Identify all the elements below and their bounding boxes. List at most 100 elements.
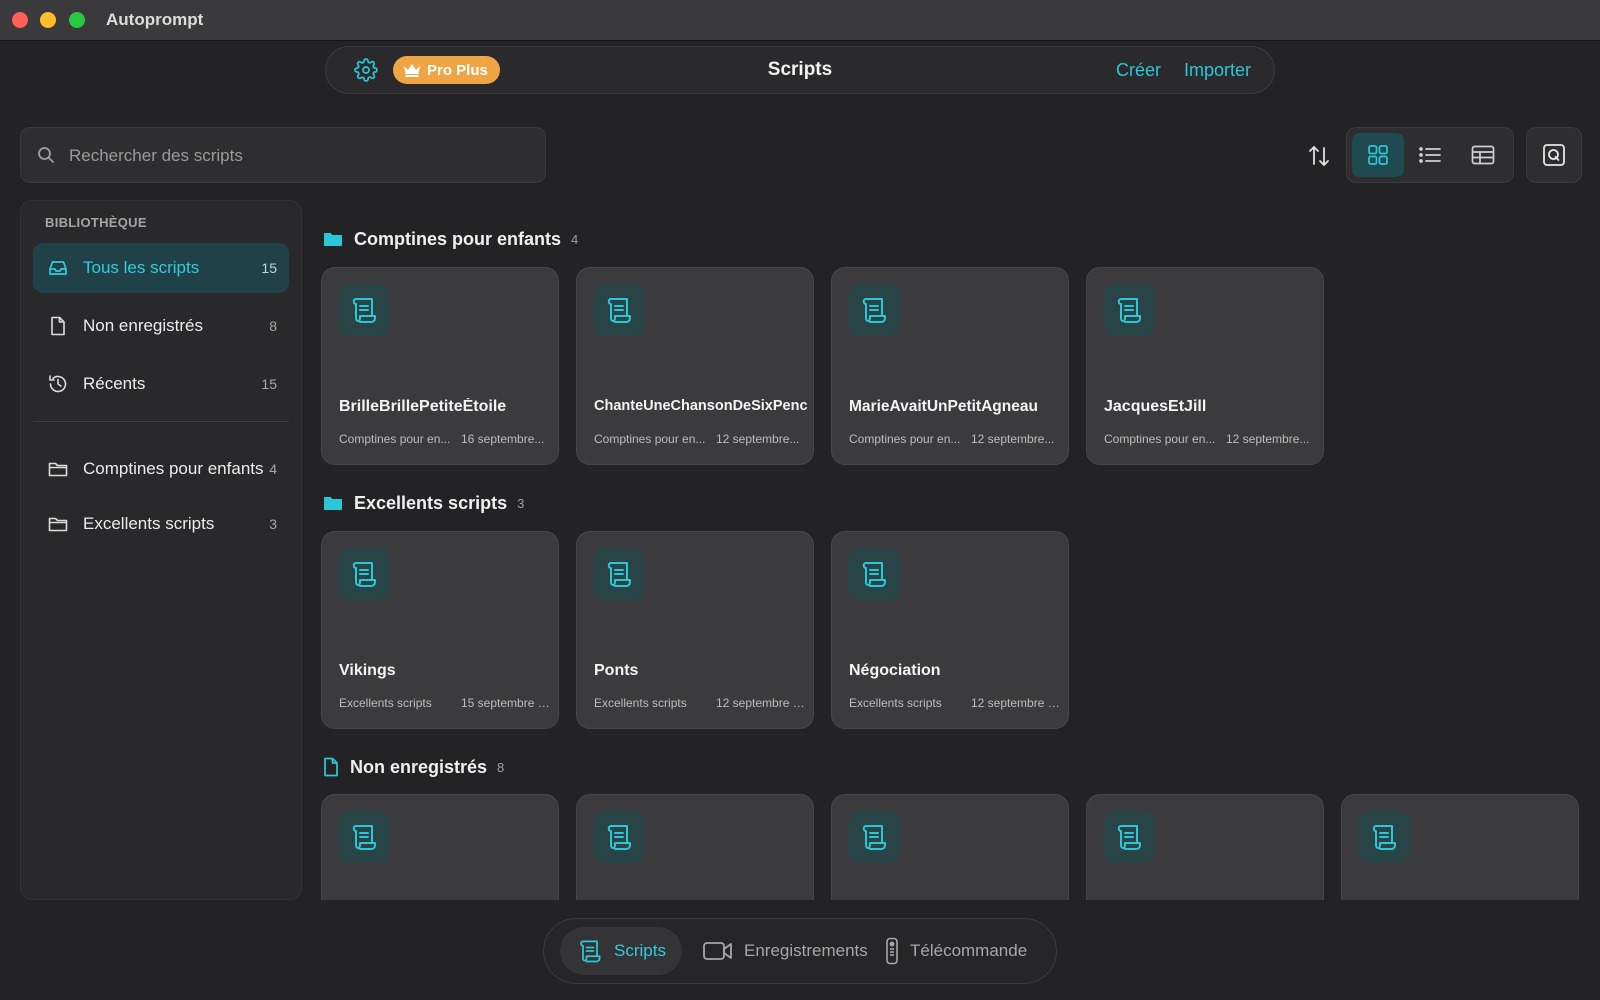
settings-button[interactable]	[354, 58, 378, 82]
sidebar-item-label: Comptines pour enfants	[83, 459, 264, 478]
tab-label: Télécommande	[910, 941, 1028, 960]
list-view-button[interactable]	[1404, 133, 1456, 177]
card-folder: Comptines pour en...	[849, 432, 961, 446]
tab-scripts[interactable]: Scripts	[560, 927, 682, 975]
import-button[interactable]: Importer	[1184, 60, 1251, 81]
close-window-button[interactable]	[12, 12, 28, 28]
grid-icon	[1368, 145, 1388, 165]
card-title: BrilleBrillePetiteÉtoile	[339, 398, 507, 415]
table-icon	[1471, 145, 1495, 165]
minimize-window-button[interactable]	[40, 12, 56, 28]
q-key-icon	[1543, 144, 1565, 166]
sidebar-item-folder-comptines[interactable]: Comptines pour enfants 4	[33, 444, 289, 494]
sidebar-item-label: Excellents scripts	[83, 514, 215, 533]
create-button[interactable]: Créer	[1116, 60, 1161, 81]
tab-label: Enregistrements	[744, 941, 868, 960]
scroll-icon	[862, 562, 886, 587]
card-date: 12 septembre 2...	[716, 696, 808, 710]
section-header-comptines: Comptines pour enfants 4	[322, 225, 578, 253]
search-bar	[20, 127, 546, 184]
script-card[interactable]: ChanteUneChansonDeSixPence Comptines pou…	[576, 267, 814, 465]
card-title: MarieAvaitUnPetitAgneau	[849, 398, 1038, 415]
section-title: Non enregistrés	[350, 756, 488, 777]
sidebar-item-label: Non enregistrés	[83, 316, 204, 335]
script-icon	[848, 548, 900, 600]
card-date: 12 septembre 2...	[971, 696, 1063, 710]
script-card[interactable]: Ponts Excellents scripts 12 septembre 2.…	[576, 531, 814, 729]
card-title: ChanteUneChansonDeSixPence	[594, 398, 808, 414]
sidebar-item-all-scripts[interactable]: Tous les scripts 15	[33, 243, 289, 293]
scroll-icon	[862, 298, 886, 323]
sidebar-item-label: Tous les scripts	[83, 258, 200, 277]
script-card[interactable]	[576, 794, 814, 900]
script-card[interactable]	[1086, 794, 1324, 900]
sidebar-item-count: 15	[261, 260, 277, 276]
script-icon	[338, 811, 390, 863]
gear-icon	[354, 58, 378, 82]
scroll-icon	[607, 562, 631, 587]
grid-view-button[interactable]	[1352, 133, 1404, 177]
card-folder: Comptines pour en...	[1104, 432, 1216, 446]
tray-icon	[49, 261, 67, 275]
sort-arrows-icon	[1309, 146, 1329, 166]
card-folder: Comptines pour en...	[339, 432, 451, 446]
sidebar-item-count: 8	[269, 318, 277, 334]
quick-search-button[interactable]	[1526, 127, 1582, 183]
section-count: 8	[497, 759, 505, 775]
script-card[interactable]: MarieAvaitUnPetitAgneau Comptines pour e…	[831, 267, 1069, 465]
script-icon	[1358, 811, 1410, 863]
card-folder: Excellents scripts	[339, 696, 432, 710]
view-mode-switcher	[1346, 127, 1514, 183]
sidebar-item-recents[interactable]: Récents 15	[33, 359, 289, 409]
tab-recordings[interactable]: Enregistrements	[702, 927, 872, 975]
section-count: 4	[571, 231, 579, 247]
script-icon	[338, 548, 390, 600]
script-card[interactable]	[321, 794, 559, 900]
search-input[interactable]	[67, 128, 531, 184]
sort-button[interactable]	[1306, 143, 1332, 169]
app-window: Autoprompt Pro Plus Scripts Créer Import…	[0, 0, 1600, 1000]
section-header-unsaved: Non enregistrés 8	[322, 753, 504, 781]
sidebar-item-count: 15	[261, 376, 277, 392]
section-title: Excellents scripts	[354, 492, 508, 513]
script-icon	[593, 548, 645, 600]
script-card[interactable]: BrilleBrillePetiteÉtoile Comptines pour …	[321, 267, 559, 465]
folder-icon	[48, 517, 68, 532]
folder-icon	[48, 462, 68, 477]
table-view-button[interactable]	[1457, 133, 1509, 177]
scroll-icon	[352, 298, 376, 323]
pro-plus-badge[interactable]: Pro Plus	[393, 56, 500, 84]
scroll-icon	[607, 825, 631, 850]
script-card[interactable]: Négociation Excellents scripts 12 septem…	[831, 531, 1069, 729]
sidebar: BIBLIOTHÈQUE Tous les scripts 15 Non enr…	[20, 200, 302, 900]
sidebar-item-folder-excellents[interactable]: Excellents scripts 3	[33, 499, 289, 549]
script-icon	[848, 811, 900, 863]
script-icon	[848, 284, 900, 336]
card-folder: Excellents scripts	[849, 696, 942, 710]
bottom-tab-bar: Scripts Enregistrements Télécommande	[543, 918, 1057, 984]
card-date: 12 septembre...	[1226, 432, 1310, 446]
sidebar-item-label: Récents	[83, 374, 146, 393]
script-icon	[338, 284, 390, 336]
sidebar-item-unsaved[interactable]: Non enregistrés 8	[33, 301, 289, 351]
scroll-icon	[352, 562, 376, 587]
app-title: Autoprompt	[106, 10, 204, 29]
scroll-icon	[1372, 825, 1396, 850]
title-bar: Autoprompt	[0, 0, 1600, 41]
sidebar-item-count: 3	[269, 516, 277, 532]
card-title: Ponts	[594, 662, 639, 679]
tab-remote[interactable]: Télécommande	[884, 927, 1044, 975]
script-card[interactable]: Vikings Excellents scripts 15 septembre …	[321, 531, 559, 729]
script-card[interactable]: JacquesEtJill Comptines pour en... 12 se…	[1086, 267, 1324, 465]
card-date: 15 septembre 2...	[461, 696, 553, 710]
script-card[interactable]	[831, 794, 1069, 900]
scroll-icon	[862, 825, 886, 850]
card-title: Négociation	[849, 662, 941, 679]
card-date: 12 septembre...	[971, 432, 1055, 446]
document-icon	[324, 757, 338, 777]
section-header-excellents: Excellents scripts 3	[322, 489, 524, 517]
script-icon	[593, 811, 645, 863]
sidebar-item-count: 4	[269, 461, 277, 477]
zoom-window-button[interactable]	[69, 12, 85, 28]
script-card[interactable]	[1341, 794, 1579, 900]
